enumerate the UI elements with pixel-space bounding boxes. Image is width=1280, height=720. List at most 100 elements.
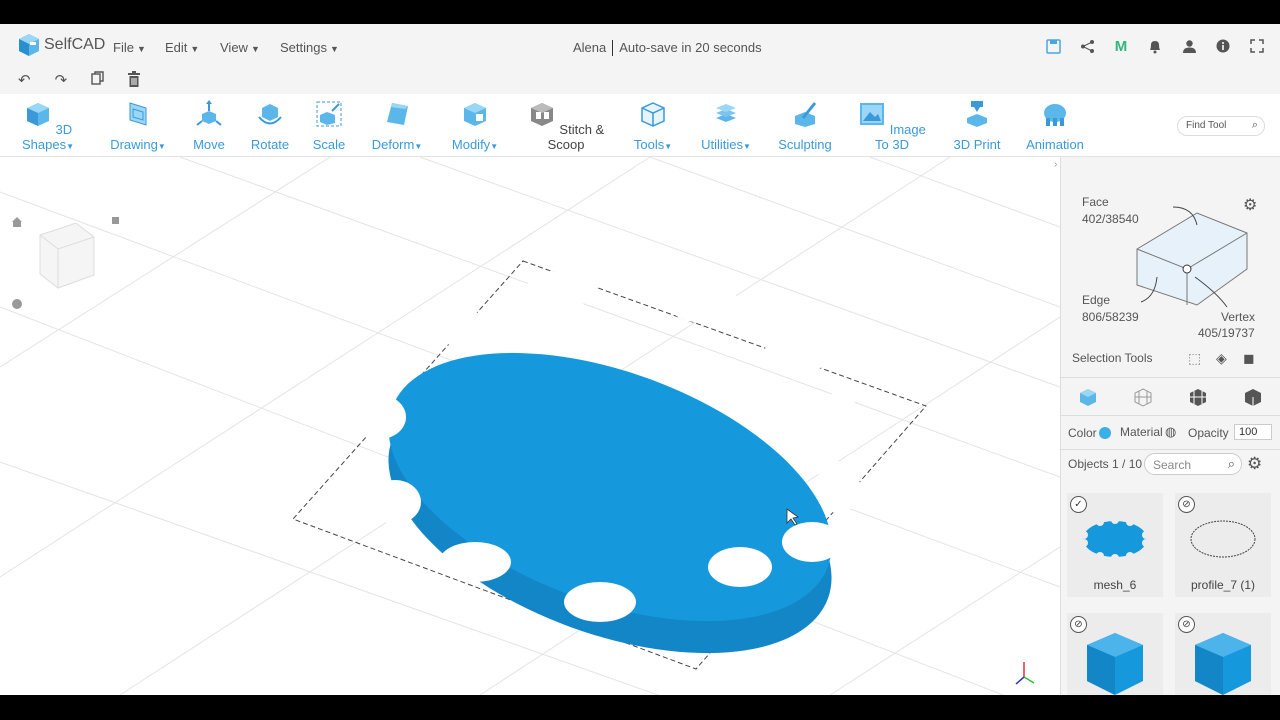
- tool-sculpting[interactable]: Sculpting: [777, 100, 833, 152]
- tool-label: Drawing: [110, 137, 158, 152]
- tools-icon: [641, 102, 665, 127]
- animation-icon: [1044, 104, 1066, 126]
- tool-tools[interactable]: Tools▼: [631, 100, 675, 152]
- header-icons: M: [1044, 37, 1266, 55]
- drawing-icon: [129, 102, 147, 126]
- object-mode-icon[interactable]: [1078, 387, 1098, 410]
- objects-count: Objects 1 / 10: [1068, 457, 1143, 471]
- tool-rotate[interactable]: Rotate: [250, 100, 290, 152]
- tool-3d-shapes[interactable]: 3D Shapes▼: [13, 100, 83, 152]
- menu-settings-label: Settings: [280, 40, 327, 55]
- menu-settings[interactable]: Settings ▼: [280, 40, 339, 55]
- save-icon[interactable]: [1044, 37, 1062, 55]
- fullscreen-icon[interactable]: [1248, 37, 1266, 55]
- chevron-down-icon: ▼: [664, 142, 673, 151]
- object-name: profile_7 (1): [1190, 578, 1256, 592]
- utilities-icon: [716, 104, 736, 122]
- find-tool-input[interactable]: Find Tool ⌕: [1177, 116, 1265, 136]
- objects-search-input[interactable]: Search ⌕: [1144, 453, 1242, 475]
- tool-label: Scale: [312, 137, 346, 152]
- bell-icon[interactable]: [1146, 37, 1164, 55]
- opacity-input[interactable]: 100: [1234, 424, 1272, 440]
- menu-view[interactable]: View ▼: [220, 40, 260, 55]
- image-icon: [860, 103, 885, 125]
- tool-label: Stitch & Scoop: [547, 122, 605, 152]
- trash-icon[interactable]: [128, 71, 141, 91]
- tool-drawing[interactable]: Drawing▼: [108, 100, 168, 152]
- selection-tools-label: Selection Tools: [1072, 351, 1153, 365]
- vertex-count: 405/19737: [1198, 326, 1255, 340]
- tool-label: Modify: [451, 137, 491, 152]
- cube-icon: [26, 103, 49, 126]
- tool-stitch-scoop[interactable]: Stitch & Scoop: [524, 100, 608, 152]
- menu-file[interactable]: File ▼: [113, 40, 146, 55]
- menu-view-label: View: [220, 40, 248, 55]
- cube-thumbnail: [1195, 633, 1251, 695]
- menu-edit-label: Edit: [165, 40, 188, 55]
- tool-modify[interactable]: Modify▼: [448, 100, 502, 152]
- chevron-down-icon: ▼: [329, 44, 339, 54]
- chevron-down-icon: ▼: [136, 44, 146, 54]
- object-card[interactable]: ⊘ mesh_4: [1067, 613, 1163, 695]
- document-status: Alena Auto-save in 20 seconds: [573, 40, 762, 56]
- object-card[interactable]: ⊘ profile_7 (1): [1175, 493, 1271, 597]
- gear-icon[interactable]: ⚙: [1243, 195, 1257, 215]
- tool-animation[interactable]: Animation: [1024, 100, 1086, 152]
- face-label: Face: [1082, 195, 1109, 209]
- opacity-label: Opacity: [1188, 426, 1229, 440]
- tool-move[interactable]: Move: [191, 100, 227, 152]
- redo-icon[interactable]: ↷: [55, 71, 68, 91]
- user-icon[interactable]: [1180, 37, 1198, 55]
- tool-utilities[interactable]: Utilities▼: [698, 100, 754, 152]
- material-label: Material: [1120, 425, 1163, 439]
- modify-icon: [464, 103, 486, 126]
- divider: [1061, 415, 1280, 416]
- object-card[interactable]: ⊘ mesh_3: [1175, 613, 1271, 695]
- solid-select-icon[interactable]: ◼: [1243, 350, 1255, 367]
- chevron-down-icon: ▼: [414, 142, 423, 151]
- material-icon[interactable]: ◍: [1165, 424, 1176, 440]
- search-icon: ⌕: [1227, 456, 1235, 471]
- object-select-icon[interactable]: ◈: [1216, 350, 1227, 367]
- menu-edit[interactable]: Edit ▼: [165, 40, 199, 55]
- copy-icon[interactable]: [91, 71, 104, 91]
- chevron-down-icon: ▼: [490, 142, 499, 151]
- box-select-icon[interactable]: ⬚: [1188, 350, 1201, 367]
- divider: [1061, 449, 1280, 450]
- deform-icon: [387, 103, 408, 125]
- info-icon[interactable]: [1214, 37, 1232, 55]
- view-cube[interactable]: [39, 222, 95, 289]
- 3d-viewport[interactable]: [0, 157, 1060, 695]
- edge-mode-icon[interactable]: [1188, 387, 1208, 410]
- tool-image-to-3d[interactable]: Image To 3D: [856, 100, 928, 152]
- opacity-value: 100: [1239, 426, 1258, 438]
- color-label: Color: [1068, 426, 1097, 440]
- tool-label: Sculpting: [778, 137, 832, 152]
- chevron-down-icon: ▼: [66, 142, 74, 151]
- tool-label: Animation: [1026, 137, 1084, 152]
- app-logo[interactable]: SelfCAD: [18, 33, 105, 57]
- orthographic-icon: [112, 217, 119, 224]
- tool-label: Deform: [371, 137, 415, 152]
- object-card[interactable]: ✓ mesh_6: [1067, 493, 1163, 597]
- tool-deform[interactable]: Deform▼: [368, 100, 426, 152]
- scene-canvas[interactable]: [0, 157, 1060, 695]
- top-bar: SelfCAD File ▼ Edit ▼ View ▼ Settings ▼ Alen…: [0, 24, 1280, 94]
- collapse-panel-icon[interactable]: ›: [1054, 159, 1057, 170]
- tool-scale[interactable]: Scale: [312, 100, 346, 152]
- objects-settings-icon[interactable]: ⚙: [1247, 454, 1262, 474]
- move-icon: [196, 100, 222, 126]
- m-logo-icon[interactable]: M: [1112, 37, 1130, 55]
- tool-label: Move: [193, 137, 225, 152]
- share-icon[interactable]: [1078, 37, 1096, 55]
- face-mode-icon[interactable]: [1133, 387, 1153, 410]
- menu-file-label: File: [113, 40, 134, 55]
- tool-label: 3D Print: [953, 137, 1001, 152]
- undo-icon[interactable]: ↶: [18, 71, 31, 91]
- tool-label: Tools: [633, 137, 665, 152]
- edge-label: Edge: [1082, 293, 1111, 307]
- tool-3d-print[interactable]: 3D Print: [953, 100, 1001, 152]
- color-swatch[interactable]: [1099, 427, 1111, 439]
- right-panel: › Face 402/38540 Edge 806/58239 Vertex 4…: [1054, 157, 1280, 695]
- vertex-mode-icon[interactable]: [1243, 387, 1263, 410]
